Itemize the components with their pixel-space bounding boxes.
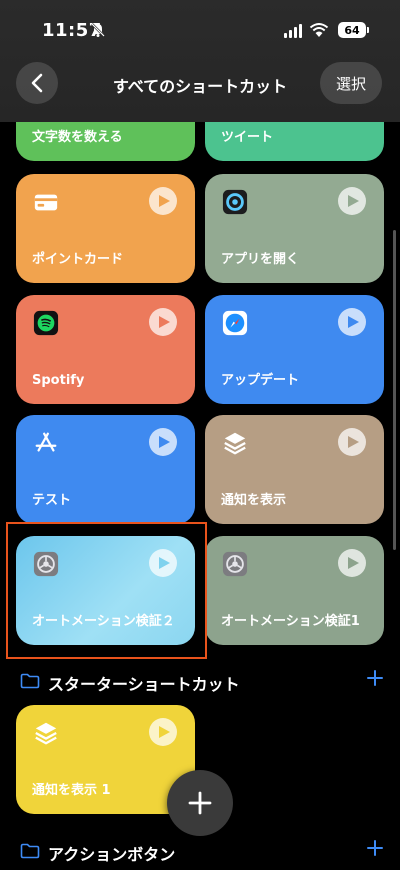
card-icon [32,188,60,216]
bell-muted-icon [91,23,105,37]
add-icon[interactable] [366,669,384,687]
highlight-frame [6,522,207,659]
safari-icon [221,309,249,337]
card-label: アップデート [221,373,300,388]
section-header-starter: スターターショートカット [0,668,400,696]
section-title: アクションボタン [48,845,176,864]
app-open-icon [221,188,249,216]
card-label: 通知を表示 1 [32,783,111,798]
section-title: スターターショートカット [48,675,240,694]
settings-icon [221,550,249,578]
card-label: テスト [32,493,72,508]
play-button[interactable] [149,308,177,336]
cellular-signal-icon [284,24,302,38]
card-label: Spotify [32,373,85,388]
layers-icon [221,429,249,457]
card-label: 文字数を数える [32,130,123,145]
section-header-action-button: アクションボタン [0,838,400,866]
shortcut-card-point-card[interactable]: ポイントカード [16,174,195,283]
card-label: 通知を表示 [221,493,287,508]
play-button[interactable] [149,718,177,746]
card-label: ポイントカード [32,252,124,267]
add-shortcut-button[interactable] [167,770,233,836]
add-icon[interactable] [366,839,384,857]
battery-indicator: 64 [338,22,369,38]
shortcut-card-show-notification[interactable]: 通知を表示 [205,415,384,524]
scrollbar[interactable] [393,230,396,550]
play-button[interactable] [338,187,366,215]
shortcut-card-test[interactable]: テスト [16,415,195,524]
card-label: アプリを開く [221,252,300,267]
play-button[interactable] [338,308,366,336]
folder-icon [20,843,40,859]
layers-icon [32,719,60,747]
shortcut-card-automation-test-1[interactable]: オートメーション検証1 [205,536,384,645]
shortcut-card-open-app[interactable]: アプリを開く [205,174,384,283]
card-label: オートメーション検証1 [221,614,360,629]
card-label: ツイート [221,130,274,145]
app-store-icon [32,429,60,457]
play-button[interactable] [149,187,177,215]
wifi-icon [309,23,329,37]
play-button[interactable] [338,428,366,456]
shortcut-card-update[interactable]: アップデート [205,295,384,404]
spotify-icon [32,309,60,337]
play-button[interactable] [149,428,177,456]
folder-icon [20,673,40,689]
shortcut-card-spotify[interactable]: Spotify [16,295,195,404]
status-bar: 11:57 64 [0,0,400,60]
play-button[interactable] [338,549,366,577]
select-button[interactable]: 選択 [320,62,382,104]
plus-icon [188,791,212,815]
